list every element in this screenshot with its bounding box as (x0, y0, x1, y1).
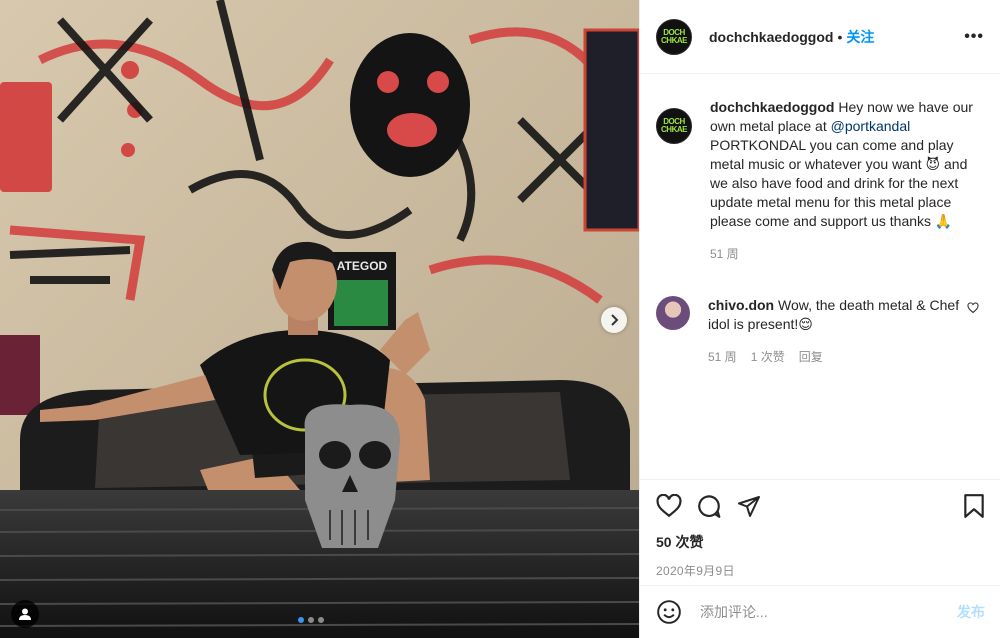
comment-meta: 51 周 1 次赞 回复 (708, 348, 978, 367)
comment-likes[interactable]: 1 次赞 (751, 348, 785, 367)
commenter-avatar[interactable] (656, 296, 690, 330)
post-image: ATEGOD (0, 0, 639, 638)
comment-reply-button[interactable]: 回复 (799, 348, 823, 367)
comments-section: DOCH CHKAE dochchkaedoggod Hey now we ha… (640, 74, 1000, 479)
post-sidebar: DOCH CHKAE dochchkaedoggod • 关注 ••• DOCH… (639, 0, 1000, 638)
follow-button[interactable]: 关注 (846, 27, 874, 47)
caption-username[interactable]: dochchkaedoggod (710, 99, 834, 115)
post-header: DOCH CHKAE dochchkaedoggod • 关注 ••• (640, 0, 1000, 74)
post-date: 2020年9月9日 (656, 564, 735, 578)
post-photo[interactable]: ATEGOD (0, 0, 639, 638)
caption: DOCH CHKAE dochchkaedoggod Hey now we ha… (656, 98, 985, 264)
post-comment-button[interactable]: 发布 (957, 602, 985, 622)
share-icon[interactable] (736, 494, 762, 518)
comment-icon[interactable] (696, 493, 722, 519)
heart-icon[interactable] (656, 494, 682, 518)
action-icons (656, 480, 985, 532)
author-username[interactable]: dochchkaedoggod (709, 29, 833, 45)
sign-text: ATEGOD (337, 259, 388, 273)
header-separator: • (837, 28, 843, 45)
caption-avatar[interactable]: DOCH CHKAE (656, 108, 692, 144)
caption-mention-link[interactable]: @portkandal (831, 118, 911, 134)
likes-count[interactable]: 50 次赞 (656, 532, 985, 552)
post-actions: 50 次赞 2020年9月9日 (640, 479, 1000, 594)
bookmark-icon[interactable] (963, 493, 985, 519)
caption-body: dochchkaedoggod Hey now we have our own … (710, 98, 980, 264)
emoji-icon[interactable] (656, 599, 682, 625)
caption-time[interactable]: 51 周 (710, 245, 739, 264)
comment-body: chivo.don Wow, the death metal & Chef id… (708, 296, 978, 367)
carousel-indicator (298, 617, 324, 623)
carousel-dot (308, 617, 314, 623)
comment-item: chivo.don Wow, the death metal & Chef id… (656, 296, 985, 367)
caption-text-2: PORTKONDAL you can come and play metal m… (710, 137, 968, 229)
add-comment-bar: 添加评论... 发布 (640, 585, 1000, 638)
avatar-logo-text: DOCH CHKAE (661, 117, 687, 134)
comment-input[interactable]: 添加评论... (700, 602, 957, 622)
carousel-dot (318, 617, 324, 623)
comment-time[interactable]: 51 周 (708, 348, 737, 367)
like-comment-heart-icon[interactable] (967, 302, 979, 314)
user-icon (19, 608, 31, 620)
chevron-right-icon (611, 314, 619, 326)
carousel-next-button[interactable] (601, 307, 627, 333)
caption-meta: 51 周 (710, 245, 980, 264)
comment-username[interactable]: chivo.don (708, 297, 774, 313)
tagged-users-button[interactable] (11, 600, 39, 628)
author-avatar[interactable]: DOCH CHKAE (656, 18, 692, 55)
more-options-icon[interactable]: ••• (964, 28, 984, 46)
carousel-dot (298, 617, 304, 623)
avatar-logo-text: DOCH CHKAE (661, 27, 687, 45)
